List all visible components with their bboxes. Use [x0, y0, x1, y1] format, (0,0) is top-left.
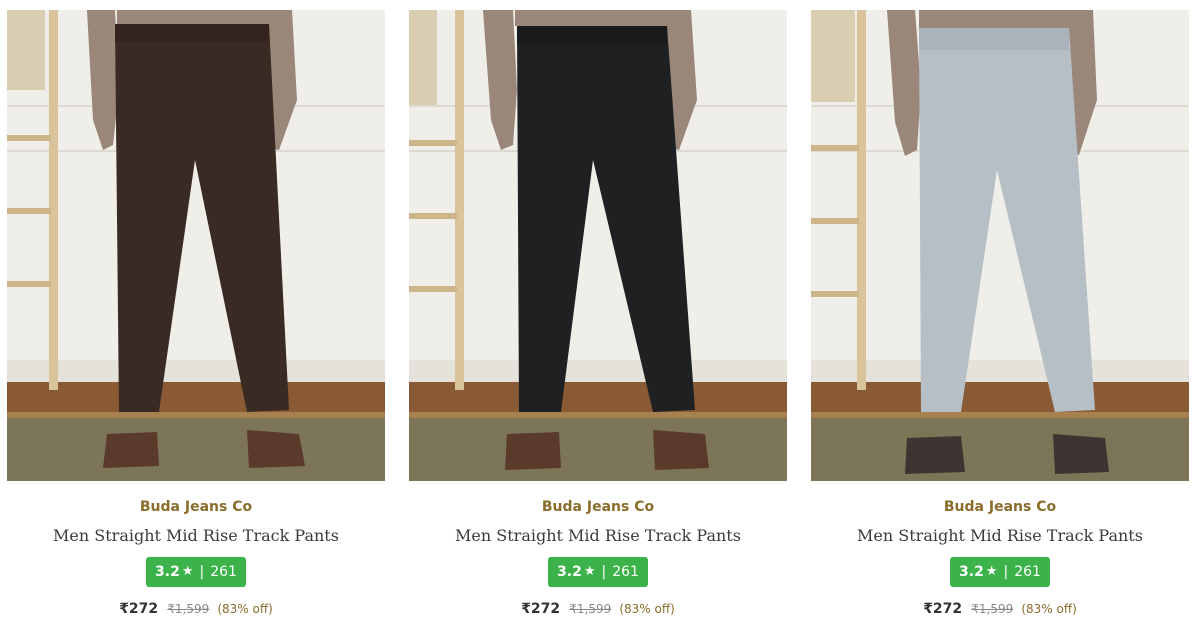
rating-badge: 3.2 ★ | 261: [950, 557, 1050, 587]
sale-price: ₹272: [923, 601, 963, 617]
rating-separator: |: [199, 564, 205, 580]
price-row: ₹272 ₹1,599 (83% off): [409, 598, 787, 619]
review-count: 261: [612, 564, 639, 580]
rating-value: 3.2: [155, 564, 180, 580]
product-card[interactable]: Buda Jeans Co Men Straight Mid Rise Trac…: [409, 10, 787, 630]
discount-label: (83% off): [1021, 602, 1077, 616]
review-count: 261: [210, 564, 237, 580]
star-icon: ★: [181, 564, 194, 579]
product-title[interactable]: Men Straight Mid Rise Track Pants: [409, 525, 787, 547]
product-photo-illustration: [811, 10, 1189, 481]
discount-label: (83% off): [217, 602, 273, 616]
price-row: ₹272 ₹1,599 (83% off): [811, 598, 1189, 619]
product-photo-illustration: [409, 10, 787, 481]
brand-name[interactable]: Buda Jeans Co: [7, 497, 385, 517]
sale-price: ₹272: [119, 601, 159, 617]
product-image[interactable]: [409, 10, 787, 481]
product-title[interactable]: Men Straight Mid Rise Track Pants: [7, 525, 385, 547]
rating-value: 3.2: [557, 564, 582, 580]
product-card[interactable]: Buda Jeans Co Men Straight Mid Rise Trac…: [811, 10, 1189, 630]
product-info: Buda Jeans Co Men Straight Mid Rise Trac…: [409, 497, 787, 619]
star-icon: ★: [985, 564, 998, 579]
star-icon: ★: [583, 564, 596, 579]
rating-badge: 3.2 ★ | 261: [146, 557, 246, 587]
product-info: Buda Jeans Co Men Straight Mid Rise Trac…: [811, 497, 1189, 619]
rating-value: 3.2: [959, 564, 984, 580]
brand-name[interactable]: Buda Jeans Co: [811, 497, 1189, 517]
product-image[interactable]: [7, 10, 385, 481]
rating-separator: |: [1003, 564, 1009, 580]
rating-separator: |: [601, 564, 607, 580]
discount-label: (83% off): [619, 602, 675, 616]
rating-badge: 3.2 ★ | 261: [548, 557, 648, 587]
price-row: ₹272 ₹1,599 (83% off): [7, 598, 385, 619]
review-count: 261: [1014, 564, 1041, 580]
product-photo-illustration: [7, 10, 385, 481]
sale-price: ₹272: [521, 601, 561, 617]
product-grid: Buda Jeans Co Men Straight Mid Rise Trac…: [0, 0, 1200, 640]
product-title[interactable]: Men Straight Mid Rise Track Pants: [811, 525, 1189, 547]
original-price: ₹1,599: [971, 602, 1014, 616]
product-info: Buda Jeans Co Men Straight Mid Rise Trac…: [7, 497, 385, 619]
product-image[interactable]: [811, 10, 1189, 481]
original-price: ₹1,599: [569, 602, 612, 616]
original-price: ₹1,599: [167, 602, 210, 616]
brand-name[interactable]: Buda Jeans Co: [409, 497, 787, 517]
product-card[interactable]: Buda Jeans Co Men Straight Mid Rise Trac…: [7, 10, 385, 630]
